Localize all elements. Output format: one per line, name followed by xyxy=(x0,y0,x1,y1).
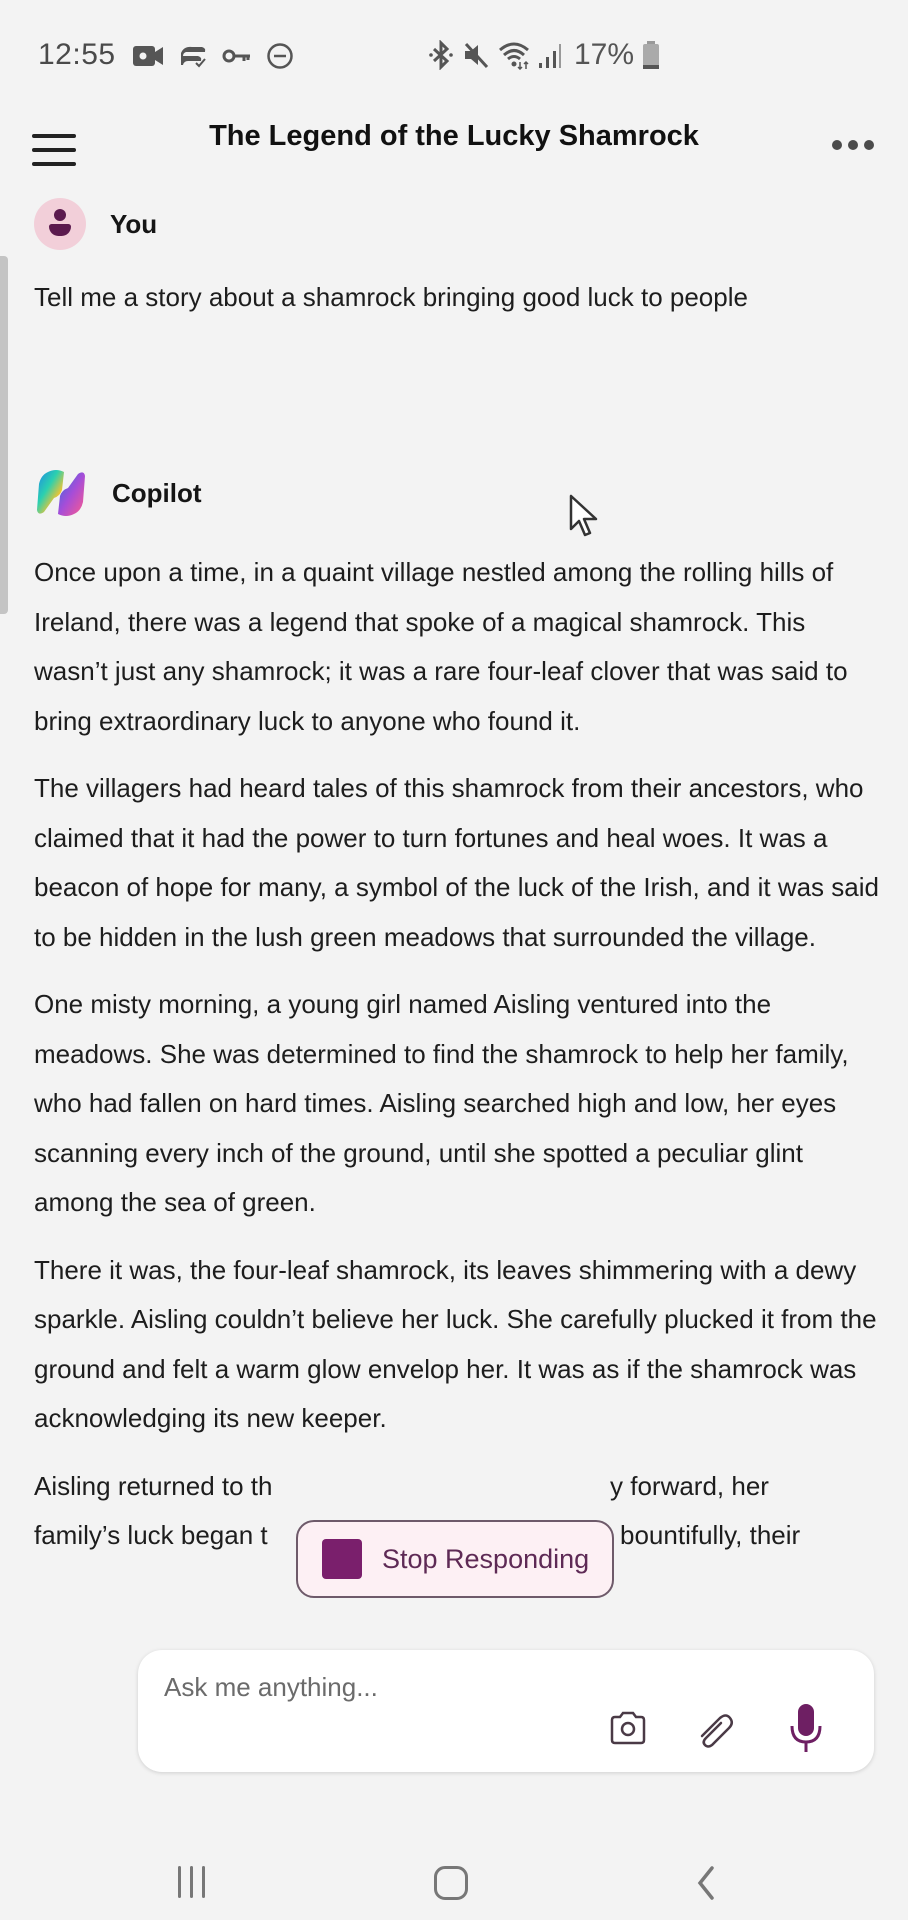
status-left-icons xyxy=(132,42,294,70)
stop-icon xyxy=(322,1539,362,1579)
bluetooth-icon xyxy=(429,40,453,70)
attach-icon[interactable] xyxy=(694,1710,738,1750)
signal-icon xyxy=(539,44,561,68)
page-title: The Legend of the Lucky Shamrock xyxy=(209,120,699,152)
composer xyxy=(138,1650,874,1772)
copilot-sender-row: Copilot xyxy=(34,466,202,520)
app-header: The Legend of the Lucky Shamrock xyxy=(0,110,908,200)
microphone-icon[interactable] xyxy=(788,1702,824,1754)
recents-icon[interactable] xyxy=(178,1866,205,1898)
camera-icon[interactable] xyxy=(608,1710,648,1746)
partial-line2-right: bountifully, their xyxy=(620,1519,801,1550)
battery-percent: 17% xyxy=(574,38,635,71)
copilot-logo-icon xyxy=(37,470,85,516)
do-not-disturb-icon xyxy=(267,43,293,69)
copilot-response: Once upon a time, in a quaint village ne… xyxy=(34,548,884,1562)
partial-line1-left: Aisling returned to th xyxy=(34,1470,273,1501)
user-name: You xyxy=(110,208,158,239)
user-message: Tell me a story about a shamrock bringin… xyxy=(34,282,748,312)
stop-responding-button[interactable]: Stop Responding xyxy=(296,1520,614,1598)
stop-responding-label: Stop Responding xyxy=(382,1543,590,1574)
wifi-icon xyxy=(499,42,529,70)
response-paragraph: Once upon a time, in a quaint village ne… xyxy=(34,557,848,736)
response-paragraph: The villagers had heard tales of this sh… xyxy=(34,773,879,952)
status-right-icons: 17% xyxy=(428,38,660,72)
scroll-indicator[interactable] xyxy=(0,256,8,614)
vpn-key-icon xyxy=(222,49,250,63)
home-icon[interactable] xyxy=(434,1866,468,1900)
back-icon[interactable] xyxy=(694,1864,718,1902)
battery-icon xyxy=(643,41,660,69)
copilot-name: Copilot xyxy=(112,477,202,508)
partial-line1-right: y forward, her xyxy=(610,1470,769,1501)
response-paragraph: One misty morning, a young girl named Ai… xyxy=(34,989,849,1217)
status-bar: 12:55 17% xyxy=(0,0,908,110)
ask-input[interactable] xyxy=(164,1672,584,1703)
status-time: 12:55 xyxy=(38,38,116,71)
response-paragraph: There it was, the four-leaf shamrock, it… xyxy=(34,1254,877,1434)
user-sender-row: You xyxy=(34,198,157,250)
mute-icon xyxy=(464,42,489,69)
more-options-icon[interactable] xyxy=(832,140,874,150)
system-nav-bar xyxy=(0,1820,908,1920)
partial-line2-left: family’s luck began t xyxy=(34,1519,268,1550)
video-camera-icon xyxy=(133,46,163,66)
cloud-sync-icon xyxy=(181,46,206,68)
mouse-pointer-icon xyxy=(569,494,598,537)
user-avatar-icon xyxy=(34,198,86,250)
